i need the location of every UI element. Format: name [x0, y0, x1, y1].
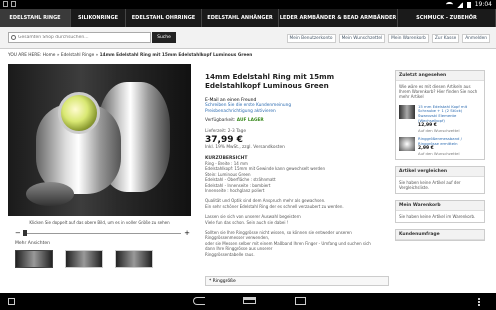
overlay-icon[interactable]	[8, 298, 15, 305]
compare-box: Artikel vergleichen Sie haben keine Arti…	[395, 165, 485, 194]
wifi-icon	[445, 2, 453, 7]
search-box	[8, 32, 151, 43]
breadcrumb: YOU ARE HERE: Home » Edelstahl Ringe » 1…	[8, 53, 252, 58]
product-title: 14mm Edelstahl Ring mit 15mm Edelstahlko…	[205, 72, 335, 90]
product-main-image[interactable]	[8, 64, 191, 216]
link-wishlist[interactable]: Mein Wunschzettel	[338, 34, 386, 43]
ring-head-image	[26, 182, 74, 206]
search-icon	[9, 33, 18, 42]
nav-item-edelstahl-ringe[interactable]: EDELSTAHL RINGE	[0, 9, 71, 27]
breadcrumb-current: 14mm Edelstahl Ring mit 15mm Edelstahlko…	[99, 53, 253, 58]
desc-line: Ringgrössentabelle raus.	[205, 251, 255, 257]
nav-item-edelstahl-anhaenger[interactable]: EDELSTAHL ANHÄNGER	[202, 9, 279, 27]
wishlist-link[interactable]: Auf den Wunschzettel	[418, 151, 481, 157]
nav-item-silikonringe[interactable]: SILIKONRINGE	[71, 9, 126, 27]
poll-title: Kundenumfrage	[396, 230, 484, 241]
product-info: 14mm Edelstahl Ring mit 15mm Edelstahlko…	[205, 72, 389, 257]
box-title: Zuletzt angesehen	[396, 71, 484, 81]
breadcrumb-separator: »	[95, 53, 99, 58]
screenshot-icon	[3, 1, 8, 7]
cart-box: Mein Warenkorb Sie haben keine Artikel i…	[395, 199, 485, 224]
product-thumbnail[interactable]	[399, 137, 415, 152]
tax-note: Inkl. 19% MwSt., zzgl. Versandkosten	[205, 145, 285, 150]
product-thumbnail[interactable]	[399, 104, 415, 119]
home-icon[interactable]	[243, 297, 256, 304]
price-alert-link[interactable]: Preisbenachrichtigung aktivieren	[205, 109, 389, 115]
breadcrumb-home[interactable]: Home	[43, 53, 56, 58]
zoom-slider-track[interactable]	[23, 233, 181, 234]
poll-box: Kundenumfrage	[395, 229, 485, 242]
link-my-account[interactable]: Mein Benutzerkonto	[286, 34, 336, 43]
nav-item-leder-armbaender[interactable]: LEDER ARMBÄNDER & BEAD ARMBÄNDER	[279, 9, 398, 27]
thumbnail-3[interactable]	[115, 250, 153, 268]
breadcrumb-category[interactable]: Edelstahl Ringe	[61, 53, 94, 58]
notification-icon	[11, 1, 16, 7]
cart-title: Mein Warenkorb	[396, 200, 484, 211]
compare-body: Sie haben keine Artikel auf der Vergleic…	[399, 179, 461, 190]
product-price: 37,99 €	[205, 135, 243, 145]
link-my-cart[interactable]: Mein Warenkorb	[388, 34, 429, 43]
zoom-control: − +	[15, 229, 190, 237]
recently-viewed-box: Zuletzt angesehen Wie wäre es mit diesen…	[395, 70, 485, 160]
product-name[interactable]: 15 mm Edelstahl Kopf mit Schraube + 1 (2…	[418, 104, 481, 124]
breadcrumb-separator: »	[56, 53, 60, 58]
link-login[interactable]: Anmelden	[462, 34, 490, 43]
availability: Verfügbarkeit: AUF LAGER	[205, 118, 389, 123]
cart-body: Sie haben keine Artikel im Warenkorb.	[399, 213, 476, 219]
suggested-product[interactable]: Ringgrößenmessband / Ringgrösse ermittel…	[396, 135, 484, 158]
account-links: Mein Benutzerkonto Mein Wunschzettel Mei…	[286, 34, 490, 43]
thumbnail-1[interactable]	[15, 250, 53, 268]
recent-apps-icon[interactable]	[295, 297, 306, 305]
nav-item-schmuck-zubehoer[interactable]: SCHMUCK - ZUBEHÖR	[398, 9, 496, 27]
availability-value: AUF LAGER	[236, 118, 264, 123]
ring-stone-image	[58, 92, 100, 134]
thumbnail-list	[15, 250, 153, 268]
thumbnail-2[interactable]	[65, 250, 103, 268]
main-navigation: EDELSTAHL RINGE SILIKONRINGE EDELSTAHL O…	[0, 9, 496, 27]
sidebar: Zuletzt angesehen Wie wäre es mit diesen…	[395, 70, 485, 247]
zoom-slider-handle[interactable]	[23, 230, 27, 236]
notification-icons	[3, 1, 16, 7]
search-input[interactable]	[18, 33, 148, 42]
header-search-row: Suche Mein Benutzerkonto Mein Wunschzett…	[0, 27, 496, 49]
box-note: Wie wäre es mit diesen Artikeln aus Ihre…	[399, 84, 478, 100]
delivery-time: Lieferzeit: 2-3 Tage	[205, 129, 247, 134]
zoom-out-button[interactable]: −	[15, 229, 21, 237]
android-navigation-bar	[0, 293, 496, 310]
signal-icon	[456, 1, 463, 8]
availability-label: Verfügbarkeit:	[205, 118, 236, 123]
menu-icon[interactable]	[478, 298, 480, 306]
spec-list: Ring - Breite : 14 mm Edelstahlkopf: 15m…	[205, 161, 389, 257]
image-caption: Klicken Sie doppelt auf das obere Bild, …	[29, 220, 170, 225]
screen: 19:04 EDELSTAHL RINGE SILIKONRINGE EDELS…	[0, 0, 496, 310]
wishlist-link[interactable]: Auf den Wunschzettel	[418, 128, 481, 134]
suggested-product[interactable]: 15 mm Edelstahl Kopf mit Schraube + 1 (2…	[396, 103, 484, 136]
nav-item-edelstahl-ohrringe[interactable]: EDELSTAHL OHRRINGE	[126, 9, 202, 27]
zoom-in-button[interactable]: +	[184, 229, 190, 237]
breadcrumb-label: YOU ARE HERE:	[8, 53, 42, 58]
android-status-bar: 19:04	[0, 0, 496, 9]
back-icon[interactable]	[193, 297, 205, 305]
compare-title: Artikel vergleichen	[396, 166, 484, 177]
link-checkout[interactable]: Zur Kasse	[431, 34, 460, 43]
more-views-label: Mehr Ansichten	[15, 241, 51, 246]
search-button[interactable]: Suche	[152, 32, 176, 43]
clock: 19:04	[474, 1, 492, 8]
ring-size-option[interactable]: * Ringgröße	[205, 276, 389, 286]
battery-icon	[466, 1, 471, 8]
